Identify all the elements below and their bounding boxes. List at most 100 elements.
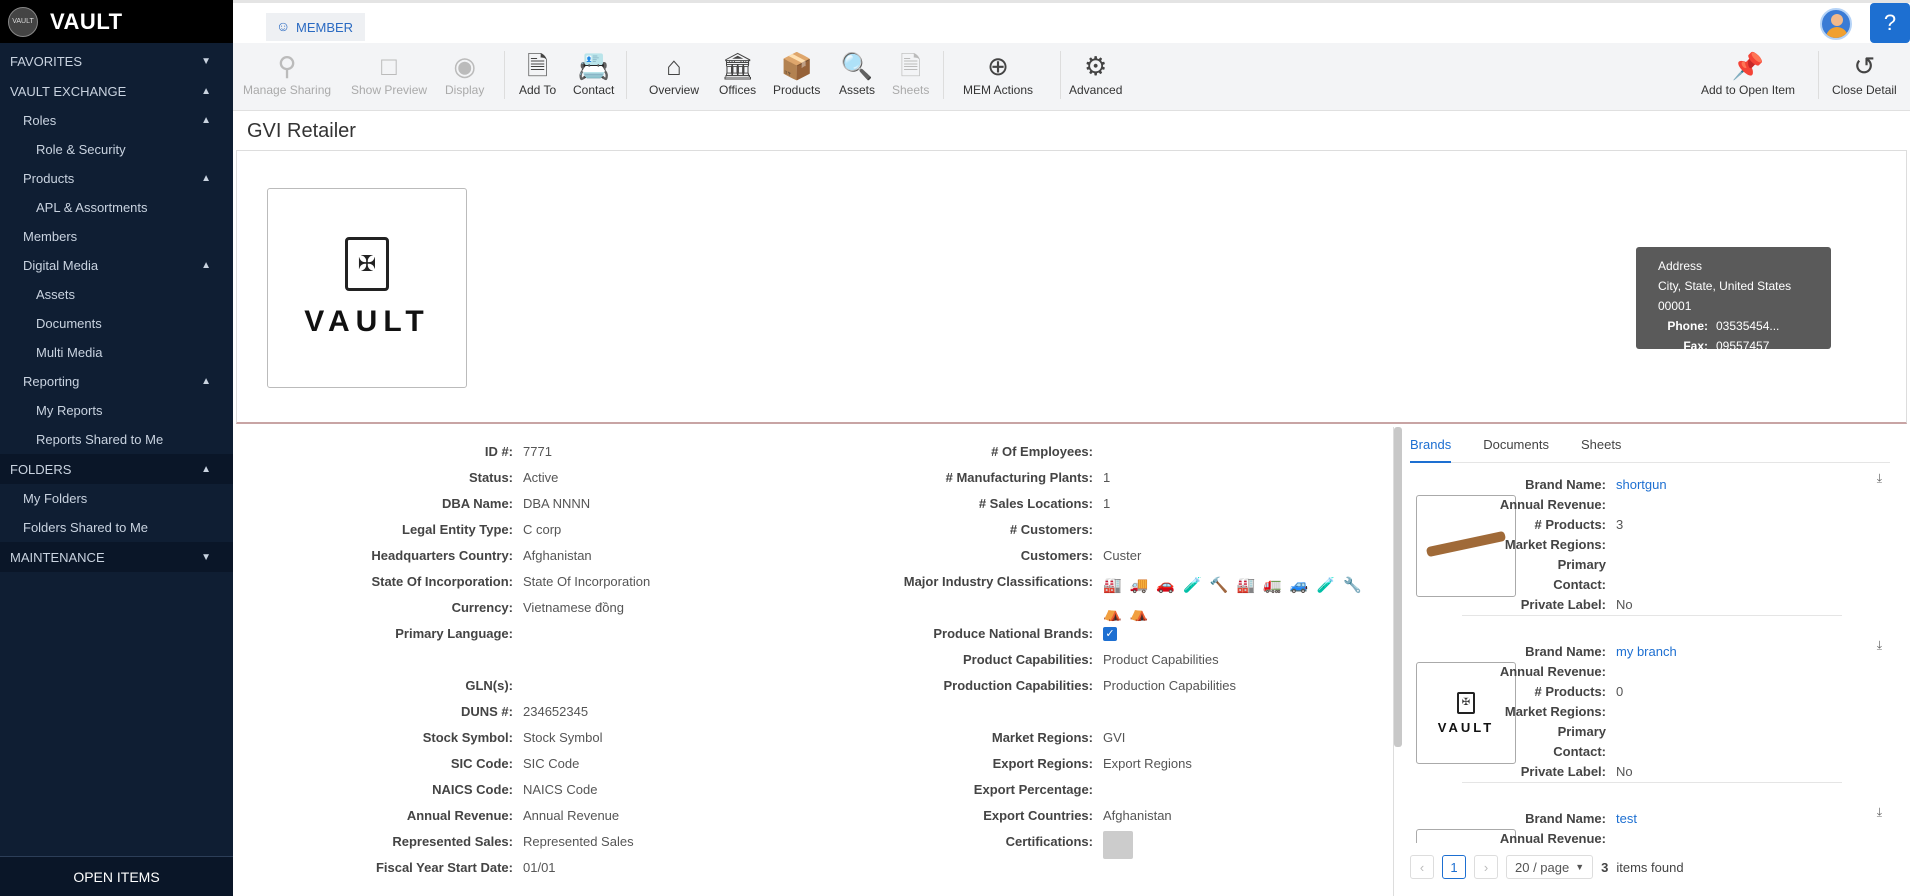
sidebar-section-vault-exchange[interactable]: VAULT EXCHANGE ▲	[0, 76, 233, 106]
sidebar-item-documents[interactable]: Documents	[0, 309, 233, 338]
close-detail-button[interactable]: ↺ Close Detail	[1832, 43, 1897, 111]
section-label: FOLDERS	[10, 461, 72, 477]
next-page-button[interactable]: ›	[1474, 855, 1498, 879]
field-value: 1	[1103, 496, 1111, 511]
manage-sharing-button[interactable]: ⚲ Manage Sharing	[243, 43, 331, 111]
advanced-button[interactable]: ⚙ Advanced	[1069, 43, 1122, 111]
field-label: Currency:	[451, 600, 513, 615]
box-icon: 📦	[780, 51, 813, 81]
toolbar: ⚲ Manage Sharing □ Show Preview ◉ Displa…	[233, 43, 1910, 111]
sidebar-brand[interactable]: VAULT VAULT	[0, 0, 233, 43]
brand-card: Brand Name: test Annual Revenue: ⤓	[1412, 803, 1882, 843]
brand-name-link[interactable]: test	[1616, 809, 1637, 829]
tab-sheets[interactable]: Sheets	[1581, 427, 1621, 463]
pin-icon: 📌	[1731, 51, 1765, 81]
add-to-button[interactable]: 🗎 Add To	[519, 43, 556, 111]
field-label: SIC Code:	[450, 756, 513, 771]
contact-button[interactable]: 📇 Contact	[573, 43, 614, 111]
field-label: Product Capabilities:	[962, 652, 1093, 667]
display-button[interactable]: ◉ Display	[445, 43, 484, 111]
button-label: Add to Open Item	[1701, 83, 1796, 97]
phone-row: Phone: 03535454...	[1658, 316, 1821, 336]
sidebar-item-apl[interactable]: APL & Assortments	[0, 193, 233, 222]
brand-fields: Brand Name: test Annual Revenue:	[1496, 809, 1637, 843]
sidebar-item-my-reports[interactable]: My Reports	[0, 396, 233, 425]
overview-button[interactable]: ⌂ Overview	[649, 43, 699, 111]
sheets-button[interactable]: 🗎 Sheets	[892, 43, 929, 111]
page-size-value: 20 / page	[1515, 859, 1570, 875]
open-items-button[interactable]: OPEN ITEMS	[0, 856, 233, 896]
field-label: Brand Name:	[1525, 477, 1606, 492]
brand-name-link[interactable]: shortgun	[1616, 475, 1667, 495]
field-label: Certifications:	[1005, 834, 1093, 849]
address-heading: Address	[1658, 259, 1703, 273]
gear-icon: ⚙	[1084, 51, 1108, 81]
download-icon[interactable]: ⤓	[1877, 471, 1882, 486]
sheet-icon: 🗎	[900, 51, 922, 81]
brand-name-link[interactable]: my branch	[1616, 642, 1677, 662]
sidebar-item-reports-shared[interactable]: Reports Shared to Me	[0, 425, 233, 454]
section-label: FAVORITES	[10, 53, 82, 69]
tab-brands[interactable]: Brands	[1410, 427, 1452, 463]
field-value: Production Capabilities	[1103, 678, 1236, 693]
add-to-open-item-button[interactable]: 📌 Add to Open Item	[1701, 43, 1795, 111]
mem-actions-button[interactable]: ⊕ MEM Actions	[963, 43, 1033, 111]
sidebar-section-favorites[interactable]: FAVORITES ▼	[0, 46, 233, 76]
sidebar-item-members[interactable]: Members	[0, 222, 233, 251]
vault-logo-icon: VAULT	[8, 6, 38, 37]
sidebar-item-role-security[interactable]: Role & Security	[0, 135, 233, 164]
page-size-select[interactable]: 20 / page ▼	[1506, 855, 1594, 879]
sidebar-item-assets[interactable]: Assets	[0, 280, 233, 309]
detail-row: # Customers:	[833, 517, 1373, 543]
toolbar-divider	[1060, 51, 1061, 99]
industry-icon: 🏭	[1103, 577, 1122, 594]
download-icon[interactable]: ⤓	[1877, 805, 1882, 820]
field-value: Afghanistan	[1103, 808, 1172, 823]
sidebar-item-folders-shared[interactable]: Folders Shared to Me	[0, 513, 233, 542]
field-value: Afghanistan	[523, 548, 592, 563]
chevron-up-icon: ▲	[201, 376, 211, 387]
assets-button[interactable]: 🔍 Assets	[839, 43, 875, 111]
products-button[interactable]: 📦 Products	[773, 43, 820, 111]
offices-button[interactable]: 🏛 Offices	[719, 43, 756, 111]
field-value: C corp	[523, 522, 562, 537]
button-label: Close Detail	[1832, 83, 1897, 97]
sidebar-item-multi-media[interactable]: Multi Media	[0, 338, 233, 367]
sidebar-group-roles[interactable]: Roles ▲	[0, 106, 233, 135]
brand-card: ✠ VAULT Brand Name: my branch Annual Reven…	[1412, 636, 1882, 786]
sidebar-section-folders[interactable]: FOLDERS ▲	[0, 454, 233, 484]
items-found-label: items found	[1616, 859, 1684, 875]
sidebar-group-digital-media[interactable]: Digital Media ▲	[0, 251, 233, 280]
field-label: NAICS Code:	[432, 782, 513, 797]
detail-row: Legal Entity Type: C corp	[233, 517, 650, 543]
sidebar-group-reporting[interactable]: Reporting ▲	[0, 367, 233, 396]
search-image-icon: 🔍	[840, 51, 874, 81]
certification-image[interactable]	[1103, 831, 1133, 859]
help-button[interactable]: ?	[1870, 3, 1910, 43]
prev-page-button[interactable]: ‹	[1410, 855, 1434, 879]
page-number[interactable]: 1	[1442, 855, 1466, 879]
field-label: Stock Symbol:	[422, 730, 513, 745]
field-value: 01/01	[523, 860, 556, 875]
field-label: Production Capabilities:	[943, 678, 1093, 693]
scrollbar[interactable]	[1394, 427, 1402, 747]
field-label: Market Regions:	[991, 730, 1093, 745]
checkbox-checked[interactable]: ✓	[1103, 627, 1117, 641]
industry-icon: 🔨	[1209, 577, 1229, 594]
sidebar-item-my-folders[interactable]: My Folders	[0, 484, 233, 513]
sidebar: VAULT VAULT FAVORITES ▼ VAULT EXCHANGE ▲…	[0, 0, 233, 896]
download-icon[interactable]: ⤓	[1877, 638, 1882, 653]
industry-icon: 🚛	[1263, 577, 1282, 594]
field-value: DBA NNNN	[523, 496, 591, 511]
show-preview-button[interactable]: □ Show Preview	[351, 43, 427, 111]
detail-row: Production Capabilities: Production Capab…	[833, 673, 1373, 699]
tab-documents[interactable]: Documents	[1483, 427, 1549, 463]
detail-row: SIC Code: SIC Code	[233, 751, 650, 777]
avatar[interactable]	[1820, 8, 1852, 40]
chevron-up-icon: ▲	[201, 173, 211, 184]
chevron-down-icon: ▼	[1575, 862, 1585, 872]
field-label: Brand Name:	[1525, 811, 1606, 826]
tab-member[interactable]: ☺ MEMBER	[266, 13, 366, 41]
sidebar-section-maintenance[interactable]: MAINTENANCE ▼	[0, 542, 233, 572]
sidebar-group-products[interactable]: Products ▲	[0, 164, 233, 193]
